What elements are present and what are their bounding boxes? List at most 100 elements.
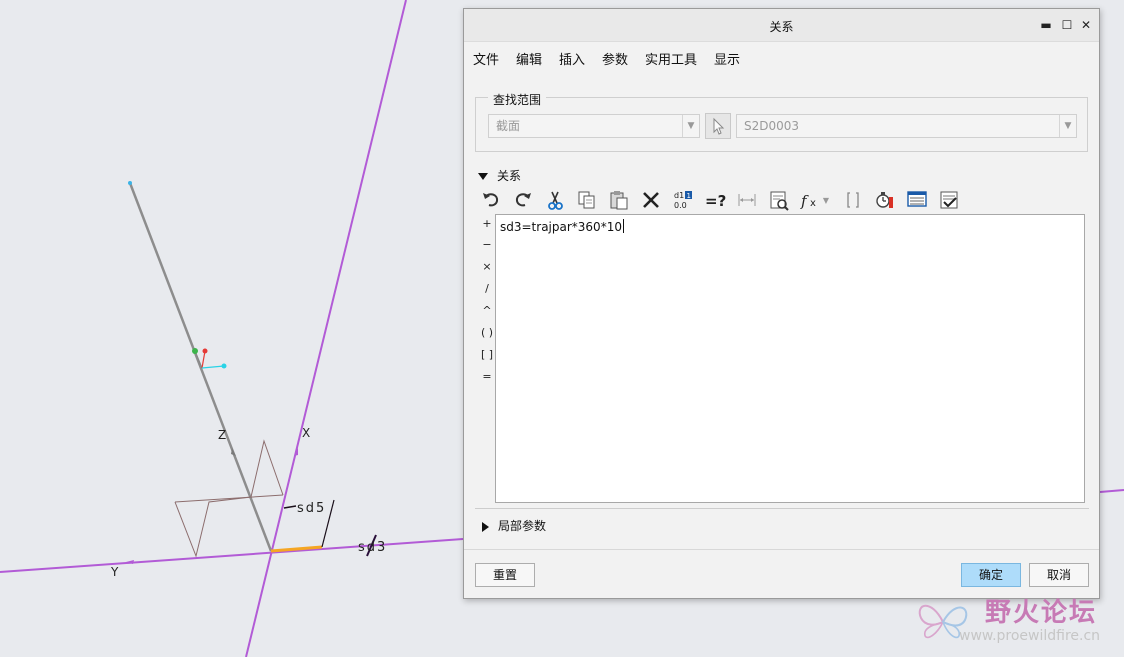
execute-button[interactable] <box>936 187 962 213</box>
maximize-icon[interactable]: ☐ <box>1059 17 1075 33</box>
chevron-down-icon: ▼ <box>822 195 830 205</box>
datum-plane-edge-horizontal[interactable] <box>0 538 464 573</box>
insert-function-icon: fx <box>800 192 816 210</box>
sd5-dimension-arrow <box>283 505 297 509</box>
forum-watermark: 野火论坛 www.proewildfire.cn <box>913 590 1119 652</box>
ok-button[interactable]: 确定 <box>961 563 1021 587</box>
z-axis-label: Z <box>218 428 226 442</box>
svg-text:=?: =? <box>705 192 726 210</box>
verify-icon <box>876 192 893 208</box>
switch-dimensions-button[interactable]: d1 1 0.0 <box>670 187 696 213</box>
datum-plane-edge-vertical[interactable] <box>245 0 407 657</box>
copy-icon <box>578 191 595 209</box>
operator-multiply-button[interactable]: × <box>478 257 496 277</box>
reset-button[interactable]: 重置 <box>475 563 535 587</box>
operator-equals-button[interactable]: = <box>478 367 496 387</box>
datum-plane-edge-horizontal-right[interactable] <box>1099 489 1124 493</box>
svg-text:0.0: 0.0 <box>674 201 687 210</box>
svg-text:1: 1 <box>687 192 691 200</box>
cancel-button[interactable]: 取消 <box>1029 563 1089 587</box>
minimize-icon[interactable]: ▬ <box>1038 17 1054 33</box>
operator-power-button[interactable]: ^ <box>478 301 496 321</box>
redo-button[interactable] <box>510 187 536 213</box>
triad-cyan-dot <box>221 363 227 369</box>
insert-function-dropdown[interactable]: ▼ <box>820 187 832 213</box>
undo-icon <box>483 193 499 207</box>
svg-text:d1: d1 <box>674 191 684 200</box>
look-in-object-select[interactable]: S2D0003 ▼ <box>736 114 1077 138</box>
insert-brackets-icon <box>847 192 859 208</box>
close-icon[interactable]: ✕ <box>1078 17 1094 33</box>
svg-text:f: f <box>800 192 809 210</box>
insert-dimension-icon <box>738 194 756 206</box>
expand-triangle-icon <box>482 521 489 532</box>
operator-parentheses-button[interactable]: ( ) <box>478 323 496 343</box>
triad-red-axis <box>201 350 206 369</box>
switch-dimensions-icon: d1 10.0 <box>674 191 692 210</box>
relations-dialog: 关系 ▬ ☐ ✕ 文件 编辑 插入 参数 实用工具 显示 查找范围 截面 ▼ S… <box>463 8 1100 599</box>
insert-brackets-button[interactable] <box>840 187 866 213</box>
relations-editor[interactable]: sd3=trajpar*360*10 <box>495 214 1085 503</box>
watermark-url: www.proewildfire.cn <box>959 628 1101 644</box>
verify-button[interactable] <box>872 187 898 213</box>
menu-insert[interactable]: 插入 <box>559 49 585 68</box>
operator-divide-button[interactable]: / <box>478 279 496 299</box>
sd5-dimension-label[interactable]: sd5 <box>297 501 326 516</box>
look-in-object-value: S2D0003 <box>744 119 800 133</box>
watermark-title: 野火论坛 <box>985 598 1098 628</box>
relations-section-label: 关系 <box>497 169 522 183</box>
local-parameters-toggle[interactable]: 局部参数 <box>482 517 546 534</box>
menu-utilities[interactable]: 实用工具 <box>645 49 697 68</box>
paste-button[interactable] <box>606 187 632 213</box>
look-in-scope-value: 截面 <box>496 119 521 133</box>
menu-edit[interactable]: 编辑 <box>516 49 542 68</box>
dialog-title: 关系 <box>769 20 794 34</box>
triad-red-dot <box>202 348 208 354</box>
sketch-construction-line <box>174 494 284 503</box>
delete-icon <box>643 192 659 208</box>
look-in-scope-select[interactable]: 截面 ▼ <box>488 114 700 138</box>
relations-section-toggle[interactable]: 关系 <box>478 167 521 184</box>
sort-icon <box>907 191 927 207</box>
dialog-titlebar[interactable]: 关系 ▬ ☐ ✕ <box>464 9 1099 42</box>
trajectory-line[interactable] <box>128 182 273 552</box>
cut-icon <box>548 191 563 210</box>
menu-display[interactable]: 显示 <box>714 49 740 68</box>
operator-plus-button[interactable]: + <box>478 214 496 234</box>
undo-button[interactable] <box>478 187 504 213</box>
menu-parameters[interactable]: 参数 <box>602 49 628 68</box>
triad-cyan-axis <box>201 365 225 369</box>
operator-minus-button[interactable]: − <box>478 235 496 255</box>
insert-parameter-icon <box>770 191 789 211</box>
delete-button[interactable] <box>638 187 664 213</box>
sort-button[interactable] <box>904 187 930 213</box>
sd3-dimension-label[interactable]: sd3 <box>358 540 387 555</box>
svg-text:x: x <box>810 198 816 209</box>
x-axis-label: X <box>302 426 310 440</box>
local-parameters-label: 局部参数 <box>498 519 547 533</box>
redo-icon <box>515 193 531 207</box>
text-caret <box>622 219 624 233</box>
collapse-triangle-icon <box>478 173 488 180</box>
insert-parameter-button[interactable] <box>766 187 792 213</box>
chevron-down-icon[interactable]: ▼ <box>682 115 699 137</box>
select-object-button[interactable] <box>705 113 731 139</box>
operator-brackets-button[interactable]: [ ] <box>478 345 496 365</box>
paste-icon <box>610 191 628 210</box>
evaluate-button[interactable]: =? <box>702 187 728 213</box>
menu-file[interactable]: 文件 <box>473 49 499 68</box>
execute-icon <box>940 191 958 209</box>
y-axis-label: Y <box>110 565 119 579</box>
evaluate-icon: =? <box>705 192 726 210</box>
trajectory-start-point[interactable] <box>128 181 132 185</box>
arrow-cursor-icon <box>713 117 725 135</box>
insert-dimension-button[interactable] <box>734 187 760 213</box>
chevron-down-icon[interactable]: ▼ <box>1059 115 1076 137</box>
relations-text: sd3=trajpar*360*10 <box>500 220 622 234</box>
look-in-legend: 查找范围 <box>488 91 547 108</box>
copy-button[interactable] <box>574 187 600 213</box>
section-divider <box>475 508 1089 509</box>
cut-button[interactable] <box>542 187 568 213</box>
footer-divider <box>464 549 1099 550</box>
triad-green-dot <box>192 348 198 354</box>
